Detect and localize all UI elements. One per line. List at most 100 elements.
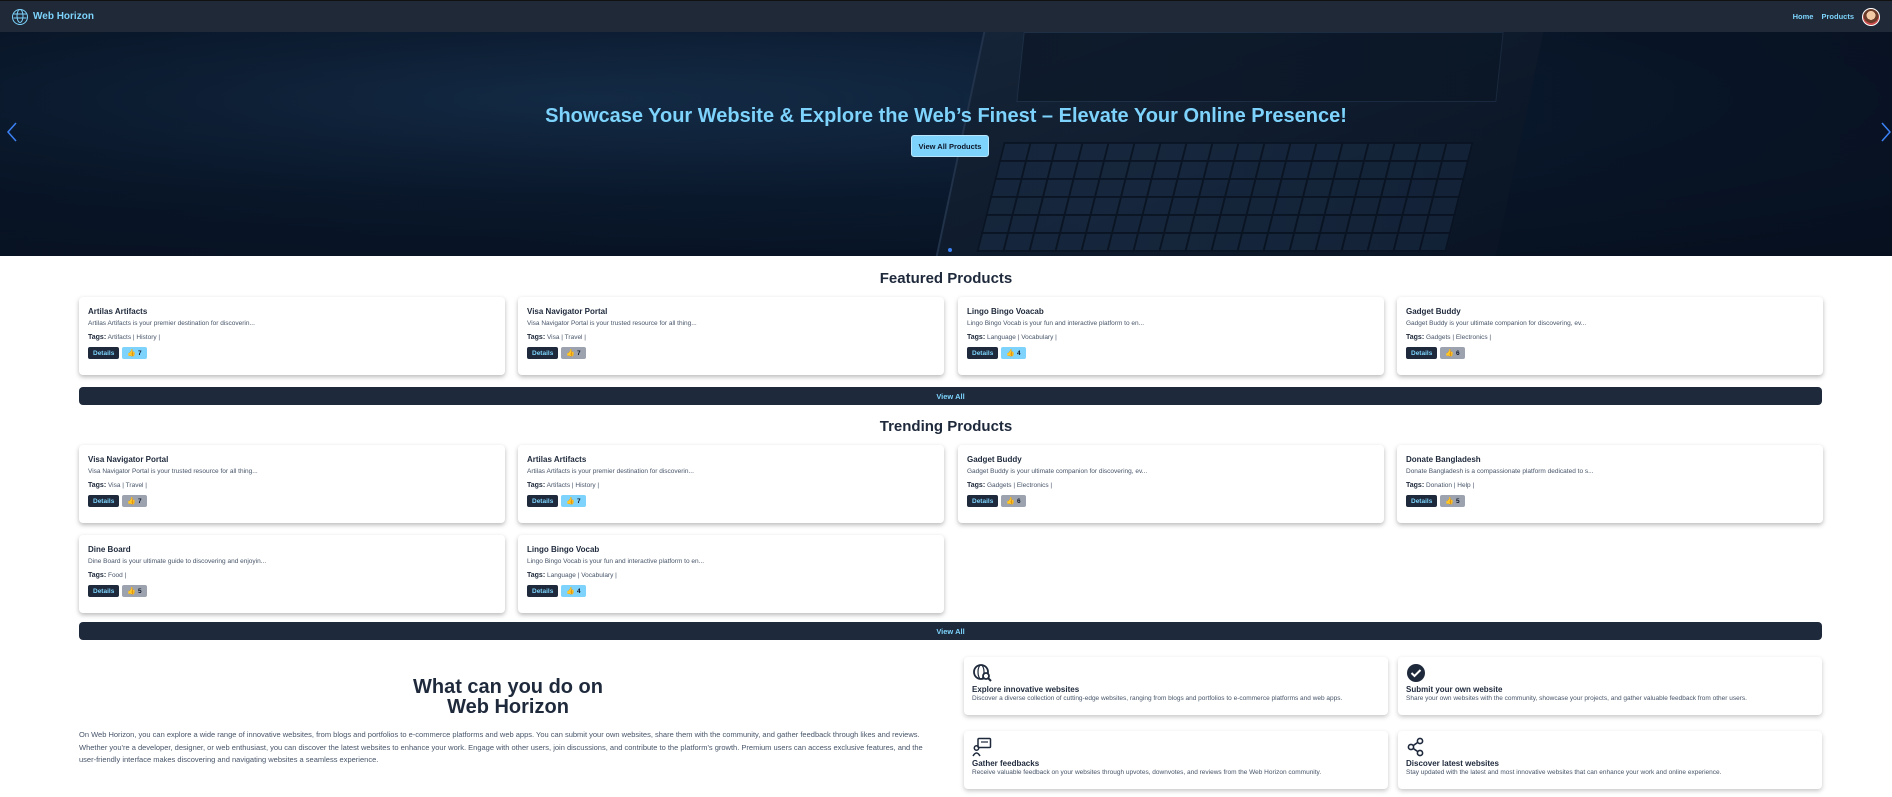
vote-count: 5 bbox=[138, 587, 142, 595]
thumbs-up-icon: 👍 bbox=[566, 498, 576, 505]
product-card: Artilas Artifacts Artilas Artifacts is yo… bbox=[518, 445, 944, 523]
product-title: Artilas Artifacts bbox=[527, 455, 587, 464]
vote-count: 6 bbox=[1017, 497, 1021, 505]
tags-label: Tags: bbox=[88, 572, 107, 579]
feature-desc: Receive valuable feedback on your websit… bbox=[972, 769, 1322, 776]
vote-count: 6 bbox=[1456, 349, 1460, 357]
product-description: Gadget Buddy is your ultimate companion … bbox=[1406, 320, 1587, 327]
tags-label: Tags: bbox=[88, 482, 107, 489]
tags-value: Artifacts | History | bbox=[546, 482, 600, 489]
product-description: Dine Board is your ultimate guide to dis… bbox=[88, 558, 267, 565]
tags-value: Donation | Help | bbox=[1425, 482, 1475, 489]
brand-name: Web Horizon bbox=[33, 11, 94, 22]
upvote-button[interactable]: 👍 5 bbox=[122, 585, 147, 597]
product-title: Visa Navigator Portal bbox=[88, 455, 169, 464]
tags-label: Tags: bbox=[967, 482, 986, 489]
thumbs-up-icon: 👍 bbox=[1006, 498, 1016, 505]
upvote-button[interactable]: 👍 5 bbox=[1440, 495, 1465, 507]
tags-value: Gadgets | Electronics | bbox=[986, 482, 1053, 489]
product-title: Gadget Buddy bbox=[967, 455, 1022, 464]
carousel-prev-icon[interactable] bbox=[6, 121, 18, 149]
feature-title: Gather feedbacks bbox=[972, 759, 1040, 768]
about-title-line1: What can you do on bbox=[413, 676, 603, 698]
product-tags: Tags: Visa | Travel | bbox=[527, 334, 935, 341]
tags-label: Tags: bbox=[88, 334, 107, 341]
share-nodes-icon bbox=[1407, 737, 1424, 757]
tags-label: Tags: bbox=[527, 572, 546, 579]
details-button[interactable]: Details bbox=[88, 585, 120, 597]
trending-view-all-button[interactable]: View All bbox=[79, 622, 1822, 640]
product-description: Artilas Artifacts is your premier destin… bbox=[88, 320, 255, 327]
product-card: Artilas Artifacts Artilas Artifacts is yo… bbox=[79, 297, 505, 375]
tags-value: Language | Vocabulary | bbox=[546, 572, 617, 579]
details-button[interactable]: Details bbox=[527, 495, 559, 507]
details-button[interactable]: Details bbox=[1406, 347, 1438, 359]
details-button[interactable]: Details bbox=[88, 347, 120, 359]
feature-card: Gather feedbacks Receive valuable feedba… bbox=[964, 731, 1388, 789]
product-description: Visa Navigator Portal is your trusted re… bbox=[88, 468, 258, 475]
feature-card: Discover latest websites Stay updated wi… bbox=[1398, 731, 1822, 789]
product-tags: Tags: Artifacts | History | bbox=[88, 334, 496, 341]
thumbs-up-icon: 👍 bbox=[127, 498, 137, 505]
tags-value: Artifacts | History | bbox=[107, 334, 161, 341]
vote-count: 7 bbox=[577, 349, 581, 357]
nav-products-link[interactable]: Products bbox=[1821, 12, 1854, 21]
brand[interactable]: Web Horizon bbox=[12, 8, 94, 25]
about-title: What can you do on Web Horizon bbox=[340, 677, 676, 717]
upvote-button[interactable]: 👍 6 bbox=[1001, 495, 1026, 507]
product-tags: Tags: Gadgets | Electronics | bbox=[967, 482, 1375, 489]
view-all-products-button[interactable]: View All Products bbox=[911, 135, 989, 157]
tags-label: Tags: bbox=[527, 482, 546, 489]
product-tags: Tags: Gadgets | Electronics | bbox=[1406, 334, 1814, 341]
upvote-button[interactable]: 👍 7 bbox=[122, 495, 147, 507]
upvote-button[interactable]: 👍 7 bbox=[122, 347, 147, 359]
feature-title: Explore innovative websites bbox=[972, 685, 1080, 694]
details-button[interactable]: Details bbox=[88, 495, 120, 507]
product-description: Gadget Buddy is your ultimate companion … bbox=[967, 468, 1148, 475]
feature-card: Explore innovative websites Discover a d… bbox=[964, 657, 1388, 715]
feature-title: Submit your own website bbox=[1406, 685, 1503, 694]
upvote-button[interactable]: 👍 4 bbox=[561, 585, 586, 597]
details-button[interactable]: Details bbox=[967, 347, 999, 359]
vote-count: 4 bbox=[577, 587, 581, 595]
vote-count: 7 bbox=[138, 497, 142, 505]
nav-home-link[interactable]: Home bbox=[1793, 12, 1814, 21]
details-button[interactable]: Details bbox=[1406, 495, 1438, 507]
navbar: Web Horizon Home Products bbox=[0, 0, 1892, 32]
featured-view-all-button[interactable]: View All bbox=[79, 387, 1822, 405]
globe-logo-icon bbox=[12, 8, 28, 25]
product-title: Lingo Bingo Voacab bbox=[967, 307, 1044, 316]
product-title: Lingo Bingo Vocab bbox=[527, 545, 600, 554]
tags-value: Gadgets | Electronics | bbox=[1425, 334, 1492, 341]
product-card: Visa Navigator Portal Visa Navigator Port… bbox=[79, 445, 505, 523]
hero-title: Showcase Your Website & Explore the Web’… bbox=[545, 105, 1347, 127]
details-button[interactable]: Details bbox=[527, 585, 559, 597]
product-card: Gadget Buddy Gadget Buddy is your ultimat… bbox=[958, 445, 1384, 523]
carousel-next-icon[interactable] bbox=[1880, 121, 1892, 149]
about-text: On Web Horizon, you can explore a wide r… bbox=[79, 730, 923, 764]
upvote-button[interactable]: 👍 6 bbox=[1440, 347, 1465, 359]
details-button[interactable]: Details bbox=[967, 495, 999, 507]
upvote-button[interactable]: 👍 7 bbox=[561, 495, 586, 507]
feedback-icon bbox=[972, 737, 992, 757]
user-avatar[interactable] bbox=[1862, 7, 1880, 26]
upvote-button[interactable]: 👍 7 bbox=[561, 347, 586, 359]
about-title-line2: Web Horizon bbox=[447, 696, 569, 718]
tags-value: Language | Vocabulary | bbox=[986, 334, 1057, 341]
carousel-indicator[interactable] bbox=[948, 248, 952, 252]
product-card: Gadget Buddy Gadget Buddy is your ultimat… bbox=[1397, 297, 1823, 375]
details-button[interactable]: Details bbox=[527, 347, 559, 359]
product-tags: Tags: Donation | Help | bbox=[1406, 482, 1814, 489]
thumbs-up-icon: 👍 bbox=[127, 350, 137, 357]
thumbs-up-icon: 👍 bbox=[1006, 350, 1016, 357]
thumbs-up-icon: 👍 bbox=[1445, 350, 1455, 357]
product-title: Artilas Artifacts bbox=[88, 307, 148, 316]
tags-label: Tags: bbox=[1406, 334, 1425, 341]
tags-label: Tags: bbox=[967, 334, 986, 341]
product-card: Visa Navigator Portal Visa Navigator Port… bbox=[518, 297, 944, 375]
product-tags: Tags: Food | bbox=[88, 572, 496, 579]
product-title: Gadget Buddy bbox=[1406, 307, 1461, 316]
upvote-button[interactable]: 👍 4 bbox=[1001, 347, 1026, 359]
product-tags: Tags: Language | Vocabulary | bbox=[967, 334, 1375, 341]
thumbs-up-icon: 👍 bbox=[566, 588, 576, 595]
